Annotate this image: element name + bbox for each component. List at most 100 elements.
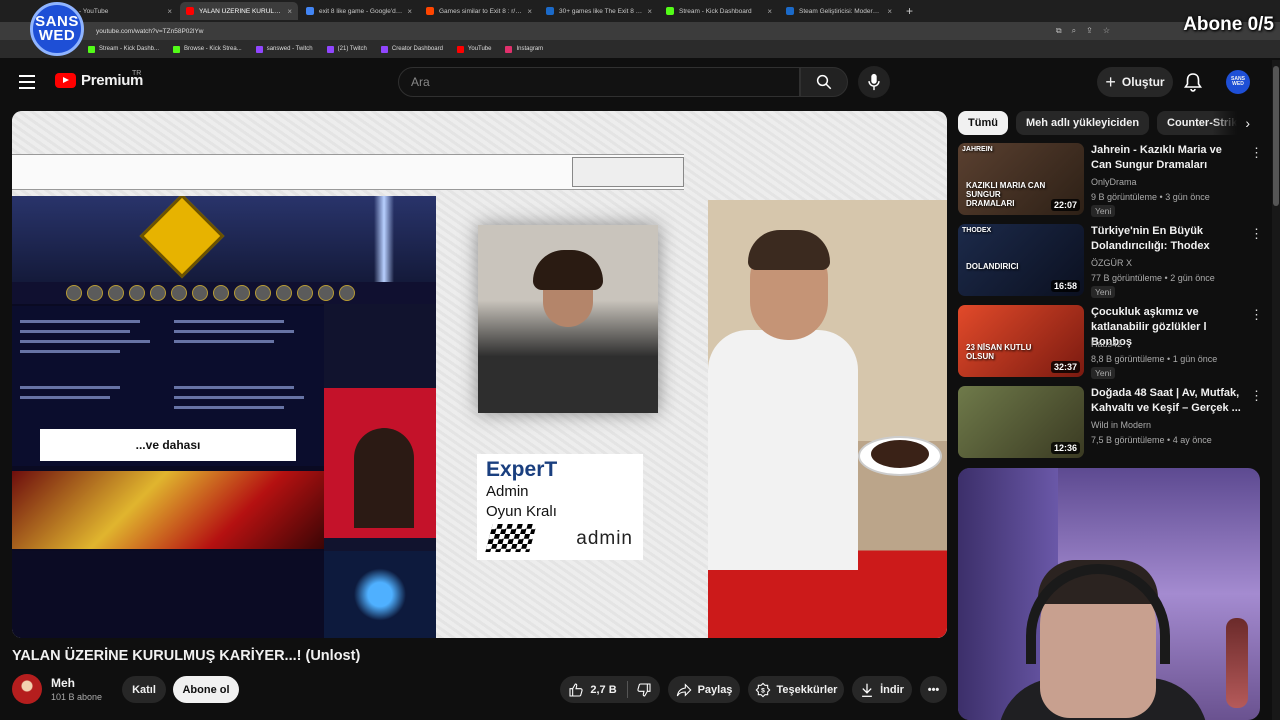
- bookmark-label: Browse - Kick Strea...: [184, 46, 242, 52]
- tab-close-icon[interactable]: ×: [767, 7, 772, 16]
- bookmark-item[interactable]: sanswed - Twitch: [255, 45, 313, 53]
- zoom-icon[interactable]: ⌕: [1072, 26, 1076, 36]
- tab-close-icon[interactable]: ×: [407, 7, 412, 16]
- channel-name[interactable]: ÖZGÜR X: [1091, 258, 1132, 268]
- tab-label: YALAN ÜZERİNE KURULM...: [199, 7, 283, 15]
- channel-name[interactable]: OnlyDrama: [1091, 177, 1137, 187]
- bookmark-item[interactable]: Stream - Kick Dashb...: [88, 45, 159, 53]
- video-title[interactable]: Jahrein - Kazıklı Maria ve Can Sungur Dr…: [1091, 143, 1241, 173]
- channel-name[interactable]: Haus42: [1091, 339, 1122, 349]
- create-button[interactable]: + Oluştur: [1097, 67, 1173, 97]
- video-meta: 7,5 B görüntüleme • 4 ay önce: [1091, 435, 1212, 445]
- like-dislike-group: 2,7 B: [560, 676, 660, 703]
- channel-name[interactable]: Meh: [51, 676, 75, 690]
- bookmark-star-icon[interactable]: ☆: [1103, 26, 1110, 36]
- more-actions-button[interactable]: •••: [920, 676, 947, 703]
- like-button[interactable]: 2,7 B: [568, 681, 628, 698]
- recommended-video[interactable]: JAHREIN KAZIKLI MARIA CAN SUNGUR DRAMALAR…: [958, 143, 1263, 217]
- tab-favicon-icon: [666, 7, 674, 15]
- download-label: İndir: [880, 683, 904, 696]
- bookmark-item[interactable]: YouTube: [456, 45, 491, 53]
- page-scrollbar-thumb[interactable]: [1273, 66, 1279, 206]
- recommended-video[interactable]: 12:36 Doğada 48 Saat | Av, Mutfak, Kahval…: [958, 386, 1263, 458]
- bookmark-label: (21) Twitch: [337, 46, 367, 52]
- tab-close-icon[interactable]: ×: [647, 7, 652, 16]
- browser-tab[interactable]: 30+ games like The Exit 8 - Ste... ×: [540, 2, 658, 20]
- tab-close-icon[interactable]: ×: [887, 7, 892, 16]
- account-avatar[interactable]: SANS WED: [1226, 70, 1250, 94]
- new-badge: Yeni: [1091, 286, 1116, 298]
- website-icon-row: [12, 282, 436, 304]
- browser-tab[interactable]: Steam Geliştiricisi: Modern Stor... ×: [780, 2, 898, 20]
- website-banner: [12, 196, 436, 282]
- address-bar[interactable]: youtube.com/watch?v=TZn58P02lYw ⧉ ⌕ ⇪ ☆: [0, 22, 1280, 40]
- share-icon[interactable]: ⇪: [1086, 26, 1093, 36]
- dislike-button[interactable]: [634, 682, 652, 698]
- filter-chip[interactable]: Meh adlı yükleyiciden: [1015, 111, 1150, 135]
- thumbnail-caption: 23 NİSAN KUTLU OLSUN: [966, 343, 1032, 361]
- share-button[interactable]: Paylaş: [668, 676, 740, 703]
- browser-tab[interactable]: Games similar to Exit 8 : r/Hon... ×: [420, 2, 538, 20]
- video-title[interactable]: Türkiye'nin En Büyük Dolandırıcılığı: Th…: [1091, 224, 1241, 254]
- video-frame-website-screenshot: ...ve dahası: [12, 196, 436, 638]
- bookmark-item[interactable]: Browse - Kick Strea...: [173, 45, 242, 53]
- youtube-premium-logo[interactable]: Premium: [55, 72, 143, 89]
- website-light-beam: [374, 196, 394, 282]
- chevron-right-icon[interactable]: ›: [1212, 111, 1262, 135]
- voice-search-button[interactable]: [858, 66, 890, 98]
- recommended-video[interactable]: THODEX DOLANDIRICI 16:58 Türkiye'nin En Büy…: [958, 224, 1263, 298]
- bookmark-favicon-icon: [505, 45, 513, 53]
- video-meta: 9 B görüntüleme • 3 gün önce: [1091, 192, 1210, 202]
- video-meta: 8,8 B görüntüleme • 1 gün önce: [1091, 354, 1218, 364]
- video-thumbnail[interactable]: 12:36: [958, 386, 1084, 458]
- browser-tab[interactable]: Stream - Kick Dashboard ×: [660, 2, 778, 20]
- video-player[interactable]: ...ve dahası ExperT Admin Oyun Kralı adm…: [12, 111, 947, 638]
- tab-favicon-icon: [786, 7, 794, 15]
- search-input[interactable]: Ara: [398, 67, 800, 97]
- subscribe-button[interactable]: Abone ol: [173, 676, 239, 703]
- menu-icon[interactable]: [19, 75, 35, 89]
- video-frame-calendar: [572, 157, 684, 187]
- bookmark-favicon-icon: [456, 45, 464, 53]
- video-duration: 16:58: [1050, 280, 1080, 292]
- bookmark-item[interactable]: Creator Dashboard: [380, 45, 443, 53]
- search-button[interactable]: [800, 67, 848, 97]
- tab-close-icon[interactable]: ×: [167, 7, 172, 16]
- bookmark-favicon-icon: [255, 45, 263, 53]
- tab-favicon-icon: [426, 7, 434, 15]
- bookmark-item[interactable]: Instagram: [505, 45, 543, 53]
- filter-chip[interactable]: Tümü: [958, 111, 1008, 135]
- recommended-video[interactable]: 23 NİSAN KUTLU OLSUN 32:37 Çocukluk aşkımı…: [958, 305, 1263, 379]
- video-thumbnail[interactable]: THODEX DOLANDIRICI 16:58: [958, 224, 1084, 296]
- browser-tab[interactable]: exit 8 like game - Google'da Ar... ×: [300, 2, 418, 20]
- tab-favicon-icon: [306, 7, 314, 15]
- video-thumbnail[interactable]: 23 NİSAN KUTLU OLSUN 32:37: [958, 305, 1084, 377]
- video-title[interactable]: Doğada 48 Saat | Av, Mutfak, Kahvaltı ve…: [1091, 386, 1241, 416]
- thumbnail-text: JAHREIN: [962, 146, 993, 153]
- more-vertical-icon[interactable]: ⋮: [1250, 388, 1263, 404]
- tab-close-icon[interactable]: ×: [287, 7, 292, 16]
- browser-tab-strip: - YouTube × YALAN ÜZERİNE KURULM... × exit 8…: [0, 0, 1280, 22]
- more-vertical-icon[interactable]: ⋮: [1250, 145, 1263, 161]
- download-icon: [862, 683, 872, 697]
- browser-tab[interactable]: YALAN ÜZERİNE KURULM... ×: [180, 2, 298, 20]
- install-icon[interactable]: ⧉: [1056, 26, 1062, 36]
- bookmark-label: Creator Dashboard: [391, 46, 443, 52]
- new-badge: Yeni: [1091, 205, 1116, 217]
- channel-avatar[interactable]: [12, 674, 42, 704]
- expert-card-line1: Admin: [486, 483, 529, 500]
- notifications-bell-icon[interactable]: [1184, 72, 1202, 97]
- more-vertical-icon[interactable]: ⋮: [1250, 226, 1263, 242]
- tab-close-icon[interactable]: ×: [527, 7, 532, 16]
- more-vertical-icon[interactable]: ⋮: [1250, 307, 1263, 323]
- thanks-button[interactable]: $ Teşekkürler: [748, 676, 844, 703]
- join-button[interactable]: Katıl: [122, 676, 166, 703]
- bookmark-item[interactable]: (21) Twitch: [326, 45, 367, 53]
- video-thumbnail[interactable]: JAHREIN KAZIKLI MARIA CAN SUNGUR DRAMALAR…: [958, 143, 1084, 215]
- url-text[interactable]: youtube.com/watch?v=TZn58P02lYw: [96, 28, 204, 35]
- new-tab-button[interactable]: +: [900, 4, 919, 18]
- channel-name[interactable]: Wild in Modern: [1091, 420, 1151, 430]
- youtube-play-icon: [55, 73, 76, 88]
- tab-favicon-icon: [546, 7, 554, 15]
- download-button[interactable]: İndir: [852, 676, 912, 703]
